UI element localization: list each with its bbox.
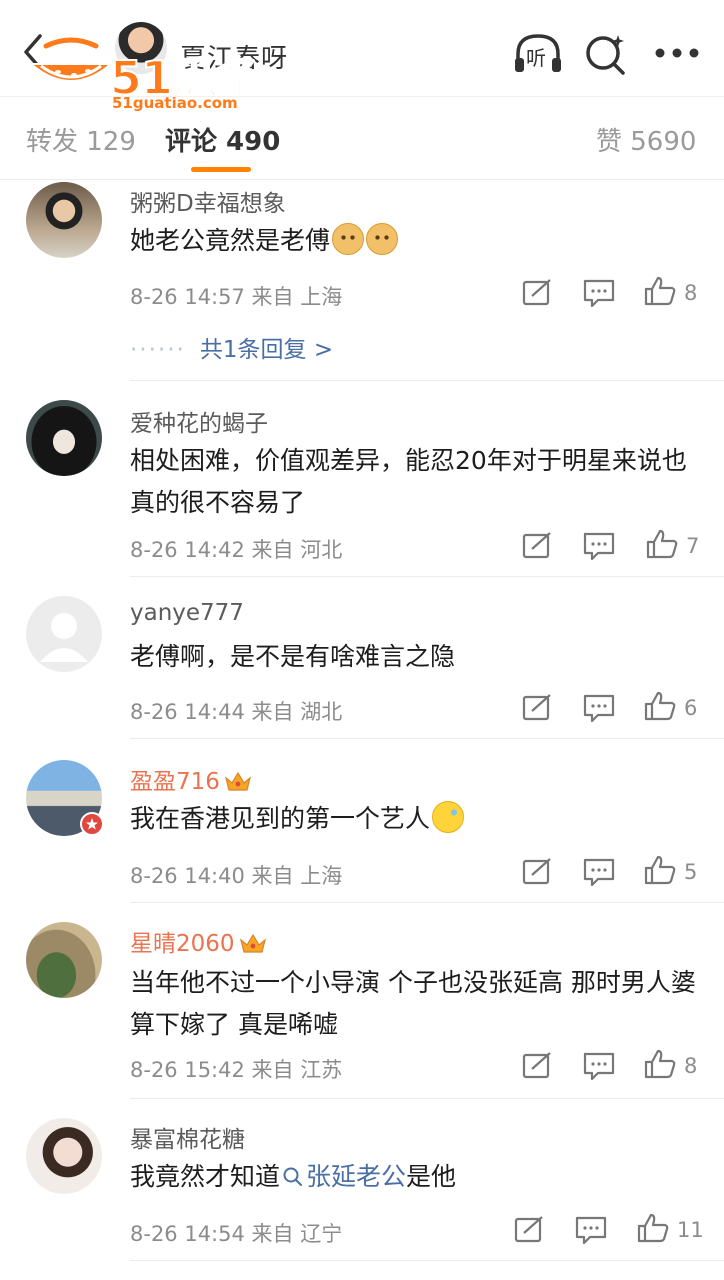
divider [130,1260,724,1261]
like-count: 8 [684,281,698,305]
share-icon[interactable] [520,693,554,723]
like-icon[interactable] [645,529,679,559]
vip-crown-icon [224,771,251,791]
avatar[interactable] [26,596,102,672]
view-replies-link[interactable]: ······ 共1条回复 > [130,330,333,364]
comment-icon[interactable] [582,857,616,887]
default-avatar-icon [40,613,88,662]
doge-emoji-icon [366,223,399,255]
like-count: 8 [684,1054,698,1078]
comment-meta: 8-26 14:57 来自 上海 [130,285,343,309]
doge-emoji-icon [332,223,365,255]
tab-reposts[interactable]: 转发 129 [26,121,136,158]
tab-bar: 转发 129 评论 490 赞 5690 [0,96,724,180]
like-icon[interactable] [643,1049,677,1079]
share-icon[interactable] [520,1051,554,1081]
comment-text-after: 是他 [406,1162,457,1191]
comment-text-content: 她老公竟然是老傅 [130,226,331,255]
avatar[interactable] [26,400,102,476]
tab-comments[interactable]: 评论 490 [165,121,280,158]
like-icon[interactable] [636,1213,670,1243]
vip-crown-icon [239,933,266,953]
comment-meta: 8-26 15:42 来自 江苏 [130,1058,343,1082]
comment-icon[interactable] [582,278,616,308]
avatar[interactable] [26,922,102,998]
like-icon[interactable] [643,855,677,885]
comment-icon[interactable] [582,693,616,723]
comment-text: 当年他不过一个小导演 个子也没张延高 那时男人婆算下嫁了 真是唏嘘 [130,968,696,1039]
more-options-icon[interactable] [654,46,700,60]
comment-icon[interactable] [574,1215,608,1245]
topic-link[interactable]: 张延老公 [306,1162,406,1191]
comment-meta: 8-26 14:44 来自 湖北 [130,700,343,724]
comment-text: 她老公竟然是老傅 [130,220,700,262]
comment-icon[interactable] [582,531,616,561]
divider [130,738,724,739]
comment-text: 我竟然才知道 张延老公是他 [130,1156,700,1198]
avatar[interactable] [26,182,102,258]
like-icon[interactable] [643,691,677,721]
comment-text-before: 我竟然才知道 [130,1162,281,1191]
tab-likes[interactable]: 赞 5690 [596,121,696,158]
listen-label: 听 [526,46,546,70]
comment-text-content: 我在香港见到的第一个艺人 [130,804,431,833]
sweat-emoji-icon [432,801,465,833]
divider [130,576,724,577]
like-count: 6 [684,696,698,720]
divider [130,1098,724,1099]
like-icon[interactable] [643,276,677,306]
divider [130,902,724,903]
like-count: 11 [677,1218,704,1242]
comment-author[interactable]: 暴富棉花糖 [130,1120,245,1154]
avatar[interactable] [26,1118,102,1194]
comment-text: 老傅啊，是不是有啥难言之隐 [130,642,456,671]
listen-button[interactable]: 听 [512,32,564,76]
like-count: 5 [684,860,698,884]
share-icon[interactable] [520,278,554,308]
comment-author[interactable]: 盈盈716 [130,762,252,796]
comment-meta: 8-26 14:40 来自 上海 [130,864,343,888]
comment-text: 我在香港见到的第一个艺人 [130,798,700,840]
comment-author[interactable]: yanye777 [130,600,244,626]
comment-icon[interactable] [582,1051,616,1081]
top-bar: 夏江春呀 51瓜条 51guatiao.com 听 [0,0,724,112]
share-icon[interactable] [520,531,554,561]
search-icon[interactable] [584,32,628,76]
like-count: 7 [686,534,700,558]
comment-author[interactable]: 爱种花的蝎子 [130,404,268,438]
reply-link-text: 共1条回复 > [199,337,334,363]
comment-meta: 8-26 14:54 来自 辽宁 [130,1222,343,1246]
watermark-melon-icon [28,37,114,82]
topic-search-icon [283,1167,303,1186]
reply-dots: ······ [130,337,186,363]
comment-author[interactable]: 星晴2060 [130,924,267,958]
comment-text: 相处困难，价值观差异，能忍20年对于明星来说也真的很不容易了 [130,446,687,517]
verified-badge-icon [80,812,104,836]
comment-meta: 8-26 14:42 来自 河北 [130,538,343,562]
tab-active-indicator [191,167,251,172]
share-icon[interactable] [512,1215,546,1245]
comment-author[interactable]: 粥粥D幸福想象 [130,184,286,218]
author-name-text: 星晴2060 [130,931,235,957]
author-name-text: 盈盈716 [130,769,220,795]
divider [130,380,724,381]
share-icon[interactable] [520,857,554,887]
